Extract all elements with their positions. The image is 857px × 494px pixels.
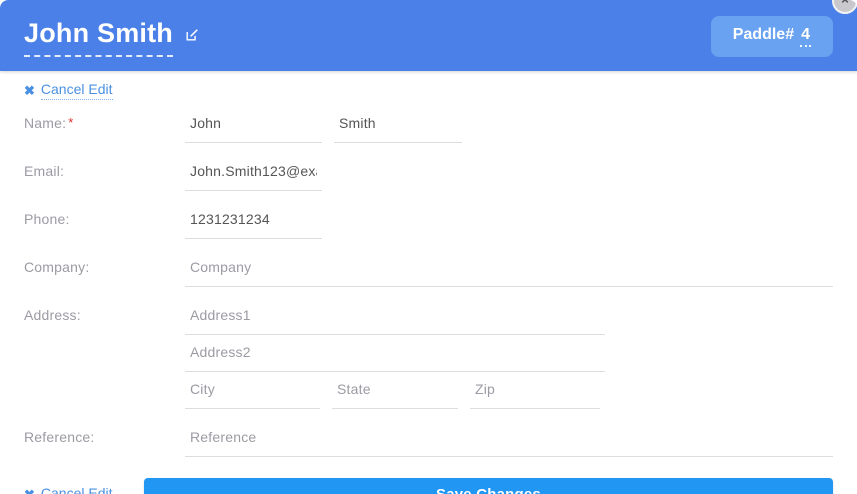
reference-label: Reference:: [24, 420, 185, 445]
dialog-header: John Smith Paddle# 4 ×: [0, 0, 857, 71]
save-changes-button[interactable]: Save Changes: [144, 478, 833, 494]
cancel-edit-label: Cancel Edit: [41, 485, 113, 494]
phone-row: Phone:: [24, 202, 833, 239]
reference-input[interactable]: [185, 420, 833, 457]
contact-form: Name:* Email: Phone: Compan: [0, 106, 857, 457]
title-group: John Smith: [24, 18, 199, 57]
address-label: Address:: [24, 298, 185, 323]
cancel-edit-link-top[interactable]: ✖ Cancel Edit: [24, 81, 113, 100]
company-label: Company:: [24, 250, 185, 275]
edit-contact-dialog: John Smith Paddle# 4 × ✖ Cancel Edit Nam…: [0, 0, 857, 494]
reference-row: Reference:: [24, 420, 833, 457]
company-row: Company:: [24, 250, 833, 287]
cancel-edit-label: Cancel Edit: [41, 81, 113, 100]
name-label: Name:*: [24, 106, 185, 131]
email-input[interactable]: [185, 154, 322, 191]
first-name-input[interactable]: [185, 106, 322, 143]
paddle-number-button[interactable]: Paddle# 4: [711, 16, 833, 57]
paddle-number[interactable]: 4: [800, 26, 811, 47]
required-asterisk: *: [68, 115, 73, 130]
city-input[interactable]: [185, 372, 320, 409]
company-input[interactable]: [185, 250, 833, 287]
cancel-x-icon: ✖: [24, 487, 35, 494]
close-icon[interactable]: ×: [832, 0, 857, 14]
address2-input[interactable]: [185, 335, 605, 372]
email-row: Email:: [24, 154, 833, 191]
name-row: Name:*: [24, 106, 833, 143]
phone-label: Phone:: [24, 202, 185, 227]
footer-actions: ✖ Cancel Edit Save Changes: [0, 478, 857, 494]
edit-pencil-icon[interactable]: [185, 28, 199, 42]
cancel-edit-link-bottom[interactable]: ✖ Cancel Edit: [24, 485, 144, 494]
phone-input[interactable]: [185, 202, 322, 239]
address1-input[interactable]: [185, 298, 605, 335]
email-label: Email:: [24, 154, 185, 179]
zip-input[interactable]: [470, 372, 600, 409]
paddle-label: Paddle#: [733, 26, 794, 44]
page-title[interactable]: John Smith: [24, 18, 173, 57]
address-row: Address:: [24, 298, 833, 409]
state-input[interactable]: [332, 372, 458, 409]
last-name-input[interactable]: [334, 106, 462, 143]
cancel-x-icon: ✖: [24, 83, 35, 99]
